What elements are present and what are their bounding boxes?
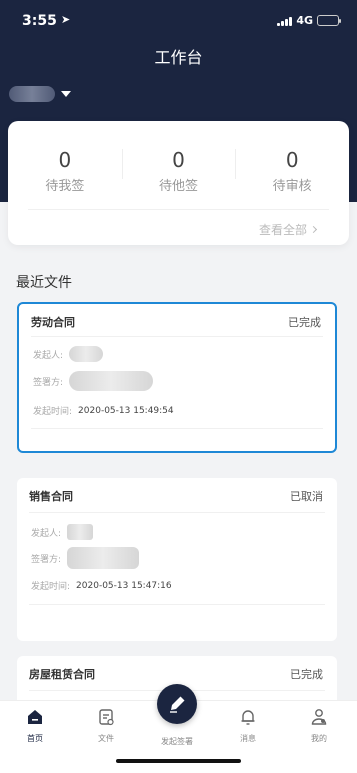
document-card-header: 劳动合同 已完成	[19, 304, 335, 336]
document-card-header: 销售合同 已取消	[17, 478, 337, 510]
pen-icon	[170, 696, 185, 713]
stat-label: 待我签	[45, 179, 85, 194]
signer-label: 签署方:	[33, 377, 64, 388]
divider	[29, 512, 325, 513]
location-arrow-icon: ➤	[61, 13, 71, 26]
page-title: 工作台	[154, 48, 203, 67]
signer-field: 签署方:	[33, 371, 154, 391]
initiator-label: 发起人:	[31, 528, 62, 539]
initiator-field: 发起人:	[33, 346, 104, 362]
home-icon	[28, 710, 42, 724]
stat-count: 0	[172, 148, 185, 172]
file-icon	[99, 709, 114, 726]
stat-pending-me[interactable]: 0 待我签	[8, 147, 122, 194]
tab-label: 消息	[240, 734, 256, 743]
tab-label: 我的	[311, 734, 327, 743]
document-card[interactable]: 销售合同 已取消 发起人: 签署方: 发起时间: 2020-05-13 15:4…	[17, 478, 337, 641]
chevron-right-icon	[309, 225, 318, 234]
signer-blurred	[69, 371, 154, 391]
time-value: 2020-05-13 15:49:54	[78, 405, 174, 416]
user-icon	[311, 709, 327, 725]
time-label: 发起时间:	[33, 407, 73, 417]
initiate-signing-button[interactable]	[157, 684, 197, 724]
initiated-time-field: 发起时间: 2020-05-13 15:49:54	[33, 404, 174, 418]
status-right: 4G	[277, 14, 341, 27]
initiator-label: 发起人:	[33, 350, 64, 361]
caret-down-icon	[61, 91, 71, 97]
stat-pending-review[interactable]: 0 待审核	[235, 147, 349, 194]
initiator-blurred	[67, 524, 94, 540]
initiator-field: 发起人:	[31, 524, 94, 540]
signer-field: 签署方:	[31, 547, 140, 569]
divider	[31, 336, 323, 337]
home-indicator	[116, 759, 241, 763]
status-time: 3:55	[22, 13, 57, 29]
stat-count: 0	[58, 148, 72, 172]
divider	[28, 209, 329, 210]
tab-mine[interactable]: 我的	[289, 707, 349, 744]
divider	[29, 604, 325, 605]
view-all-link[interactable]: 查看全部	[258, 221, 318, 238]
document-name: 劳动合同	[31, 316, 75, 329]
document-name: 房屋租赁合同	[29, 668, 95, 681]
divider	[31, 428, 323, 429]
stats-row: 0 待我签 0 待他签 0 待审核	[8, 147, 349, 194]
stat-count: 0	[285, 148, 299, 172]
stat-label: 待他签	[159, 179, 199, 194]
stat-pending-others[interactable]: 0 待他签	[121, 147, 236, 194]
document-status: 已取消	[290, 490, 323, 503]
tab-home[interactable]: 首页	[5, 707, 65, 744]
stats-card: 0 待我签 0 待他签 0 待审核 查看全部	[8, 121, 349, 245]
time-label: 发起时间:	[31, 582, 71, 592]
time-value: 2020-05-13 15:47:16	[76, 580, 172, 591]
tab-label: 首页	[27, 734, 43, 743]
tab-label: 发起签署	[161, 737, 193, 746]
initiated-time-field: 发起时间: 2020-05-13 15:47:16	[31, 579, 172, 593]
recent-files-title: 最近文件	[16, 275, 72, 291]
tab-files[interactable]: 文件	[76, 707, 136, 744]
battery-icon	[317, 15, 341, 26]
stat-label: 待审核	[272, 179, 312, 194]
document-name: 销售合同	[29, 490, 73, 503]
document-status: 已完成	[288, 316, 321, 329]
document-status: 已完成	[290, 668, 323, 681]
signal-icon	[277, 16, 293, 26]
signer-blurred	[67, 547, 140, 569]
tab-label: 文件	[98, 734, 114, 743]
network-type: 4G	[296, 14, 313, 27]
tab-messages[interactable]: 消息	[218, 707, 278, 744]
view-all-label: 查看全部	[258, 223, 307, 237]
org-switcher[interactable]	[9, 86, 71, 102]
document-card[interactable]: 劳动合同 已完成 发起人: 签署方: 发起时间: 2020-05-13 15:4…	[17, 302, 337, 453]
initiator-blurred	[69, 346, 104, 362]
status-bar: 3:55 ➤ 4G	[0, 0, 357, 40]
bell-icon	[241, 710, 255, 725]
signer-label: 签署方:	[31, 554, 62, 565]
tab-initiate-signing[interactable]: 发起签署	[147, 734, 207, 747]
org-name-blurred	[9, 86, 55, 102]
